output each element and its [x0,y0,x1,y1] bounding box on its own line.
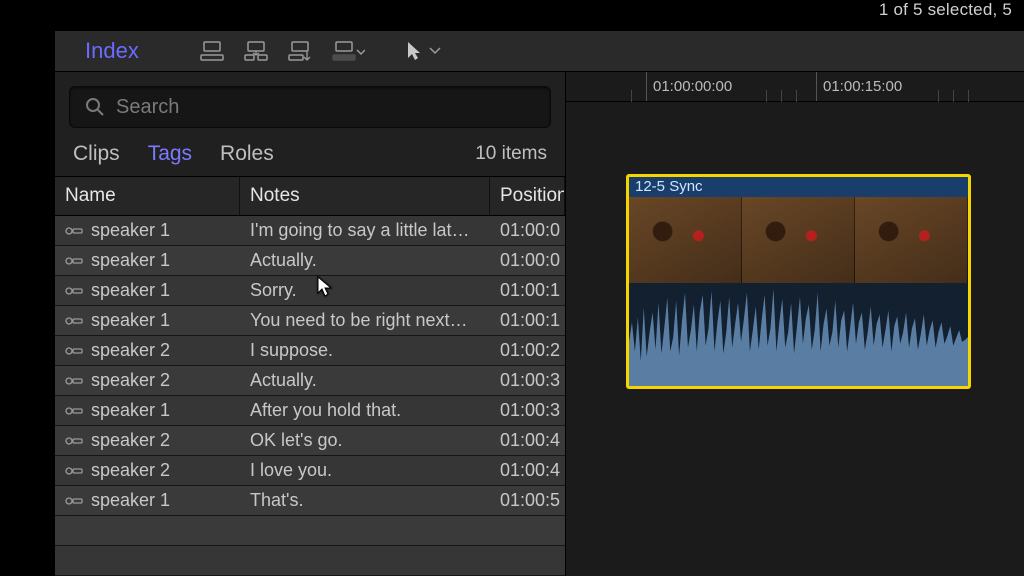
row-position: 01:00:3 [500,370,560,391]
table-row[interactable]: speaker 1 Sorry. 01:00:1 [55,276,565,306]
select-tool[interactable] [405,40,441,62]
search-icon [84,96,106,118]
marker-icon [65,435,83,447]
table-row[interactable]: speaker 2 OK let's go. 01:00:4 [55,426,565,456]
row-position: 01:00:1 [500,310,560,331]
row-notes: You need to be right next… [250,310,468,331]
clip-label: 12-5 Sync [629,177,968,197]
search-box[interactable] [69,86,551,128]
marker-icon [65,315,83,327]
toolbar-tool-group [199,40,365,62]
chevron-down-icon [429,47,441,55]
row-position: 01:00:0 [500,250,560,271]
clip-filmstrip [629,197,968,283]
table-row[interactable]: speaker 1 You need to be right next… 01:… [55,306,565,336]
tab-clips[interactable]: Clips [73,142,120,166]
marker-icon [65,405,83,417]
row-name: speaker 2 [91,340,170,361]
row-position: 01:00:1 [500,280,560,301]
table-row[interactable]: speaker 1 I'm going to say a little lat…… [55,216,565,246]
row-position: 01:00:2 [500,340,560,361]
col-header-notes[interactable]: Notes [240,177,490,215]
toolbar: Index [55,30,1024,72]
table-row[interactable]: speaker 1 Actually. 01:00:0 [55,246,565,276]
row-name: speaker 2 [91,370,170,391]
row-notes: OK let's go. [250,430,342,451]
row-name: speaker 1 [91,310,170,331]
timeline-ruler[interactable]: 01:00:00:00 01:00:15:00 [566,72,1024,102]
selection-status: 1 of 5 selected, 5 [879,0,1012,19]
table-row[interactable]: speaker 2 I love you. 01:00:4 [55,456,565,486]
table-row[interactable] [55,516,565,546]
marker-icon [65,375,83,387]
insert-tool-icon[interactable] [243,40,269,62]
row-name: speaker 2 [91,460,170,481]
row-name: speaker 1 [91,490,170,511]
tab-roles[interactable]: Roles [220,142,274,166]
row-notes: I'm going to say a little lat… [250,220,470,241]
timeline[interactable]: 01:00:00:00 01:00:15:00 12-5 Sync [565,72,1024,576]
row-notes: I love you. [250,460,332,481]
row-position: 01:00:4 [500,460,560,481]
marker-icon [65,255,83,267]
row-notes: Actually. [250,250,317,271]
row-notes: I suppose. [250,340,333,361]
table-row[interactable]: speaker 1 That's. 01:00:5 [55,486,565,516]
status-bar: 1 of 5 selected, 5 [0,0,1024,22]
row-name: speaker 1 [91,220,170,241]
timeline-clip[interactable]: 12-5 Sync [626,174,971,389]
ruler-tick: 01:00:00:00 [646,72,732,101]
row-notes: After you hold that. [250,400,401,421]
marker-icon [65,495,83,507]
col-header-position[interactable]: Position [490,177,565,215]
clip-waveform [629,283,968,386]
append-tool-icon[interactable] [287,40,313,62]
table-row[interactable]: speaker 2 I suppose. 01:00:2 [55,336,565,366]
index-panel: Clips Tags Roles 10 items Name Notes Pos… [55,72,565,576]
row-name: speaker 1 [91,400,170,421]
row-notes: Actually. [250,370,317,391]
row-position: 01:00:3 [500,400,560,421]
row-name: speaker 1 [91,280,170,301]
overwrite-tool-icon[interactable] [331,40,365,62]
table-row[interactable]: speaker 2 Actually. 01:00:3 [55,366,565,396]
row-position: 01:00:0 [500,220,560,241]
row-name: speaker 1 [91,250,170,271]
row-notes: Sorry. [250,280,297,301]
row-name: speaker 2 [91,430,170,451]
marker-icon [65,225,83,237]
tags-table: Name Notes Position speaker 1 I'm going … [55,176,565,576]
ruler-tick: 01:00:15:00 [816,72,902,101]
row-notes: That's. [250,490,303,511]
index-button[interactable]: Index [65,34,159,68]
index-tabs: Clips Tags Roles 10 items [55,142,565,176]
table-header: Name Notes Position [55,176,565,216]
row-position: 01:00:4 [500,430,560,451]
tab-tags[interactable]: Tags [148,142,192,166]
row-position: 01:00:5 [500,490,560,511]
marker-icon [65,465,83,477]
marker-icon [65,285,83,297]
connect-tool-icon[interactable] [199,40,225,62]
table-row[interactable] [55,546,565,576]
marker-icon [65,345,83,357]
search-input[interactable] [116,96,536,119]
item-count: 10 items [475,143,547,165]
col-header-name[interactable]: Name [55,177,240,215]
table-row[interactable]: speaker 1 After you hold that. 01:00:3 [55,396,565,426]
